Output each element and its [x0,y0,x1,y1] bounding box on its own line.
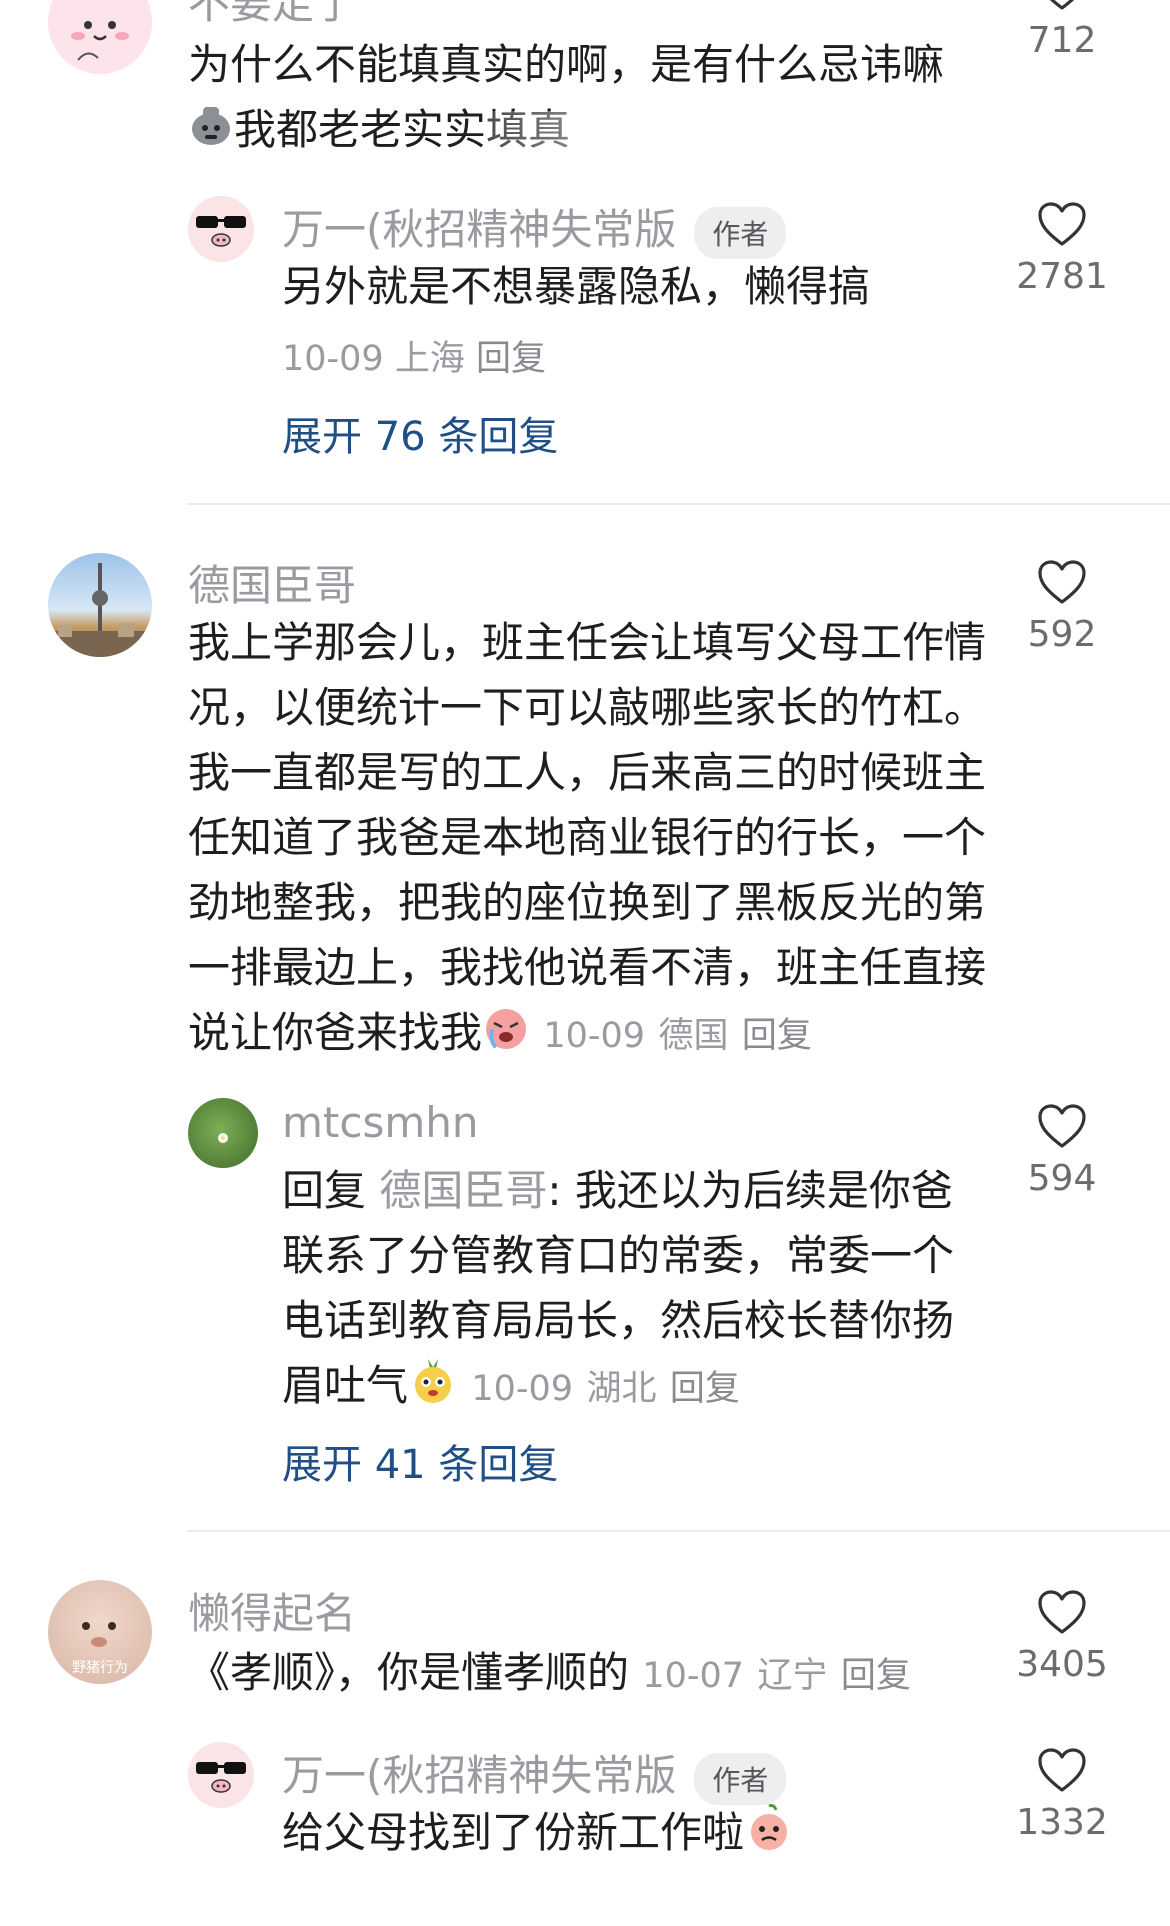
avatar[interactable] [188,196,254,262]
comment-text-line: 我上学那会儿，班主任会让填写父母工作情 [188,618,987,667]
pineapple-emoji-icon [408,1355,458,1423]
comment-text-tail: 说让你爸来找我 [188,1008,483,1057]
like-button[interactable]: 3405 [1002,1588,1122,1685]
reply-text-content: : 我还以为后续是你爸 [547,1166,953,1215]
comment-text: 我上学那会儿，班主任会让填写父母工作情 况，以便统计一下可以敲哪些家长的竹杠。 … [188,610,1008,1069]
comment-text: 为什么不能填真实的啊，是有什么忌讳嘛 我都老老实实填真 [188,32,1170,165]
reply-prefix: 回复 [282,1166,367,1215]
sunglasses-pig-icon [188,1742,254,1808]
like-count: 1332 [1016,1802,1108,1843]
reply-username[interactable]: mtcsmhn [282,1098,479,1147]
reply-text-line: 联系了分管教育口的常委，常委一个 [282,1231,955,1280]
divider [187,503,1170,505]
comment-text-content: 《孝顺》，你是懂孝顺的 [188,1648,630,1697]
comment-location: 辽宁 [757,1656,828,1696]
comment-text-line: 劲地整我，把我的座位换到了黑板反光的第 [188,878,987,927]
money-bag-emoji-icon [188,100,234,165]
baby-face-icon: 野猪行为 [72,1622,128,1676]
avatar[interactable]: 野猪行为 [48,1580,152,1684]
like-count: 592 [1027,614,1097,655]
reply-text-line: 电话到教育局局长，然后校长替你扬 [282,1296,955,1345]
heart-icon [1038,202,1086,246]
avatar[interactable] [48,0,152,74]
reply-text-line: 眉吐气 10-09 湖北 回复 [282,1353,982,1423]
avatar[interactable] [48,553,152,657]
flower-icon [218,1133,228,1143]
peach-emoji-icon [744,1802,794,1870]
tv-tower-icon [48,563,152,657]
comment-text-line: 况，以便统计一下可以敲哪些家长的竹杠。 [188,683,987,732]
reply-link[interactable]: 回复 [476,339,546,379]
comment-text-line: 我都老老实实填真 [188,97,1170,165]
comment-date: 10-07 [642,1656,745,1696]
heart-icon [1038,1104,1086,1148]
comment-location: 上海 [394,339,465,379]
like-button[interactable]: 2781 [1002,200,1122,297]
comment-date: 10-09 [282,339,384,379]
like-count: 2781 [1016,256,1108,297]
heart-icon [1038,560,1086,604]
like-count: 3405 [1016,1644,1108,1685]
comment-username[interactable]: 不要走了 [188,0,356,31]
pink-bunny-icon [48,0,152,74]
text-fade-overlay [488,111,1170,151]
heart-icon [1038,1590,1086,1634]
heart-icon [1049,0,1075,10]
comment-text-line: 一排最边上，我找他说看不清，班主任直接 [188,943,987,992]
like-count: 712 [1027,20,1097,61]
reply-link[interactable]: 回复 [841,1656,911,1696]
reply-link[interactable]: 回复 [742,1016,812,1056]
comment-text-line: 说让你爸来找我 10-09 德国 回复 [188,1000,1008,1069]
comment-text-line: 为什么不能填真实的啊，是有什么忌讳嘛 [188,40,945,89]
comment-date: 10-09 [543,1016,646,1056]
reply-username[interactable]: 万一(秋招精神失常版 作者 [282,196,787,259]
reply-username[interactable]: 万一(秋招精神失常版 作者 [282,1742,787,1805]
author-badge: 作者 [694,206,787,259]
comment-username[interactable]: 懒得起名 [188,1580,356,1641]
reply-text-content: 给父母找到了份新工作啦 [282,1808,745,1857]
username-text: 万一(秋招精神失常版 [282,1751,677,1800]
reply-text: 给父母找到了份新工作啦 [282,1800,794,1870]
comment-meta: 10-09 上海 回复 [282,330,546,381]
like-count: 594 [1027,1158,1097,1199]
reply-text-line: 回复 德国臣哥: 我还以为后续是你爸 [282,1158,982,1223]
avatar-caption: 野猪行为 [72,1660,128,1676]
crying-emoji-icon [482,1003,530,1069]
reply-text: 另外就是不想暴露隐私，懒得搞 [282,262,871,311]
comment-username[interactable]: 德国臣哥 [188,552,356,613]
reply-link[interactable]: 回复 [670,1369,740,1409]
comment-date: 10-09 [471,1369,574,1409]
comment-text: 《孝顺》，你是懂孝顺的 10-07 辽宁 回复 [188,1640,911,1709]
sunglasses-pig-icon [188,196,254,262]
like-button[interactable]: 594 [1002,1102,1122,1199]
divider [187,1530,1170,1532]
comment-text-line: 我一直都是写的工人，后来高三的时候班主 [188,748,987,797]
avatar[interactable] [188,1742,254,1808]
avatar[interactable] [188,1098,258,1168]
like-button[interactable]: 592 [1002,558,1122,655]
expand-replies-button[interactable]: 展开 41 条回复 [282,1432,558,1490]
reply-text: 回复 德国臣哥: 我还以为后续是你爸 联系了分管教育口的常委，常委一个 电话到教… [282,1158,982,1423]
expand-replies-button[interactable]: 展开 76 条回复 [282,404,558,462]
like-button[interactable]: 712 [1002,0,1122,61]
comment-location: 湖北 [586,1369,657,1409]
like-button[interactable]: 1332 [1002,1746,1122,1843]
reply-text-tail: 眉吐气 [282,1361,409,1410]
username-text: 万一(秋招精神失常版 [282,205,677,254]
comment-location: 德国 [658,1016,729,1056]
comment-text-line: 任知道了我爸是本地商业银行的行长，一个 [188,813,987,862]
reply-to-user[interactable]: 德国臣哥 [379,1166,547,1215]
heart-icon [1038,1748,1086,1792]
author-badge: 作者 [694,1752,787,1805]
